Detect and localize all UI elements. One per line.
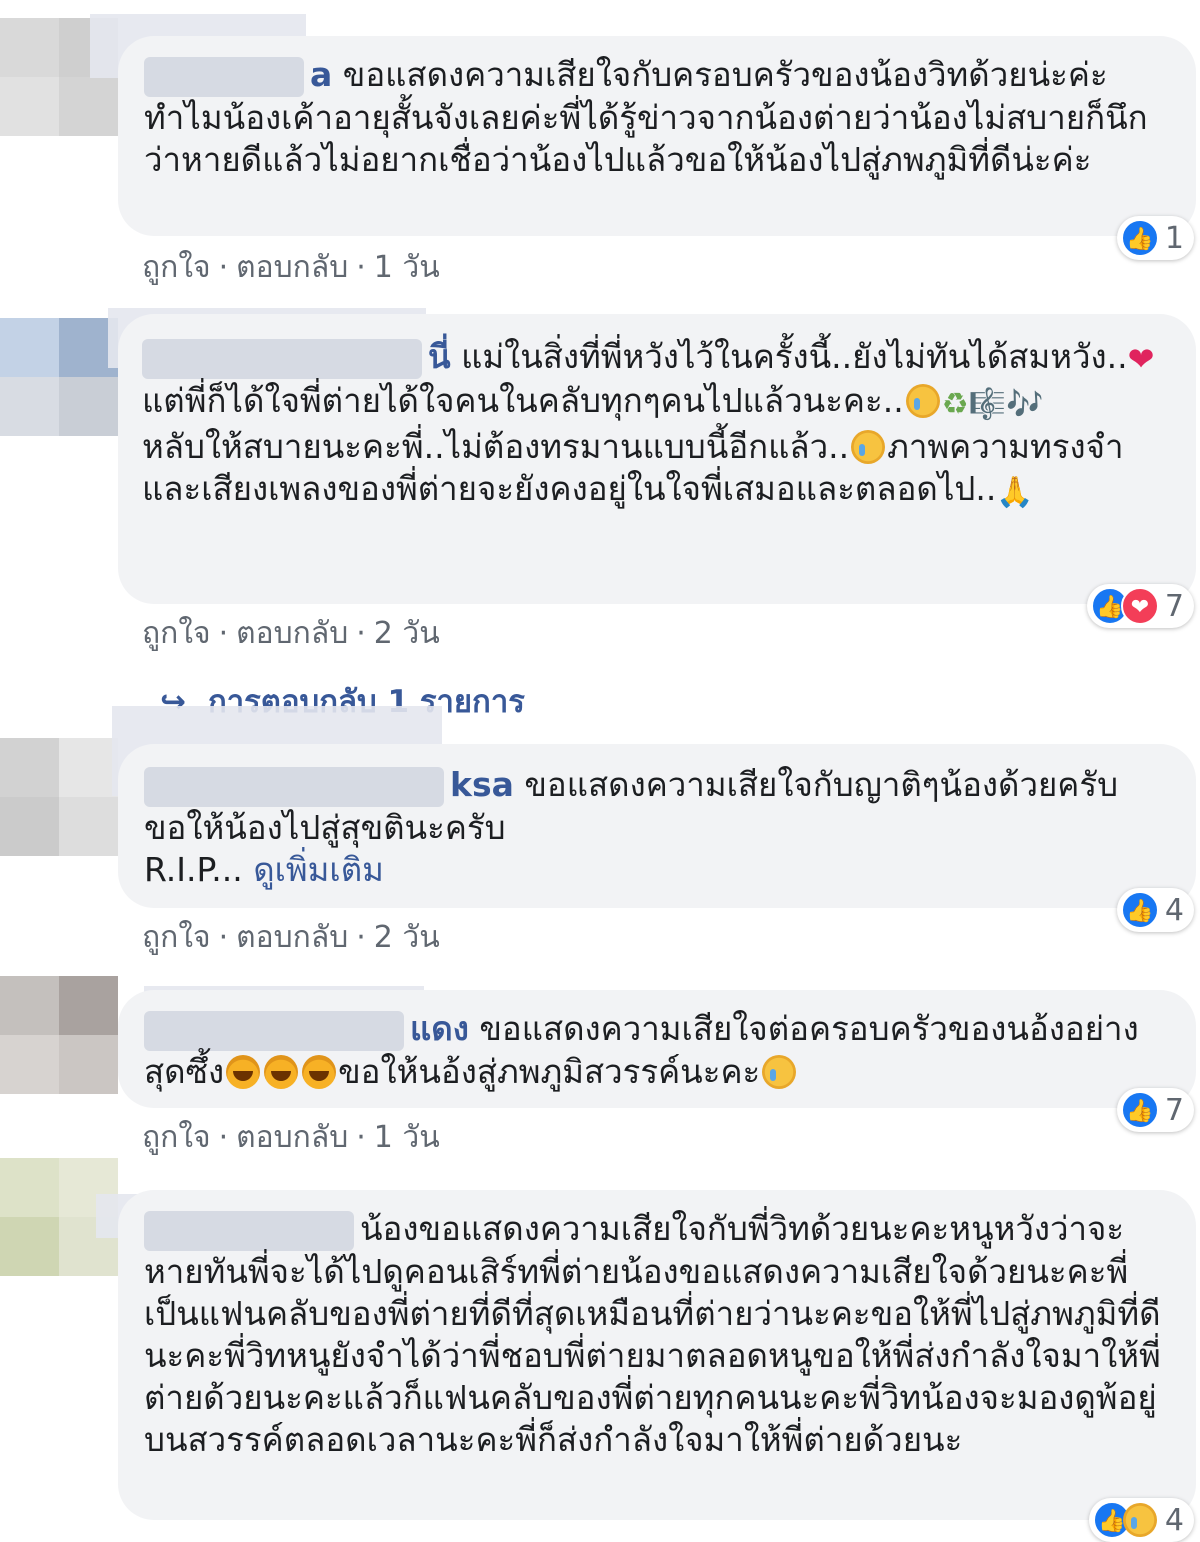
commenter-name[interactable]: แดง: [410, 1009, 469, 1048]
separator: ·: [218, 250, 229, 285]
reaction-count[interactable]: 👍 ❤ 7: [1086, 584, 1194, 628]
commenter-name[interactable]: a: [310, 55, 332, 94]
like-icon: 👍: [1120, 1091, 1159, 1129]
separator: ·: [356, 250, 366, 285]
timestamp[interactable]: 1 วัน: [374, 1120, 440, 1155]
comment-bubble: นี่ แม่ในสิ่งที่พี่หวังไว้ในครั้งนี้..ยั…: [118, 314, 1196, 604]
music-emoji-icon: ♻🎼🎶: [941, 387, 1044, 422]
like-link[interactable]: ถูกใจ: [142, 616, 211, 651]
like-icon: 👍: [1120, 219, 1159, 257]
separator: ·: [218, 920, 229, 955]
comment-bubble: ksa ขอแสดงความเสียใจกับญาติๆน้องด้วยครับ…: [118, 744, 1196, 908]
separator: ·: [218, 1120, 229, 1155]
reply-link[interactable]: ตอบกลับ: [236, 920, 348, 955]
reply-link[interactable]: ตอบกลับ: [236, 250, 348, 285]
rip-text: R.I.P...: [144, 849, 243, 889]
comment-bubble: a ขอแสดงความเสียใจกับครอบครัวของน้องวิทด…: [118, 36, 1196, 236]
heart-emoji-icon: ❤: [1127, 340, 1155, 378]
comment-text-line-2: หลับให้สบายนะคะพี่..ไม่ต้องทรมานแบบนี้อี…: [142, 427, 850, 466]
commenter-name[interactable]: นี่: [428, 337, 451, 376]
reaction-count[interactable]: 👍 4: [1088, 1498, 1194, 1542]
comment-actions: ถูกใจ · ตอบกลับ · 1 วัน: [142, 244, 440, 291]
name-redacted: [144, 1010, 404, 1051]
reaction-count[interactable]: 👍 7: [1116, 1088, 1194, 1132]
reply-link[interactable]: ตอบกลับ: [236, 616, 348, 651]
see-more-link[interactable]: ดูเพิ่มเติม: [253, 850, 384, 889]
laughing-emoji-icon: [264, 1054, 299, 1089]
timestamp[interactable]: 2 วัน: [374, 920, 440, 955]
like-icon: 👍: [1120, 891, 1159, 929]
separator: ·: [356, 1120, 366, 1155]
separator: ·: [218, 616, 229, 651]
laughing-emoji-icon: [302, 1054, 337, 1089]
comment-actions: ถูกใจ · ตอบกลับ · 2 วัน: [142, 610, 440, 657]
separator: ·: [356, 920, 366, 955]
name-redacted: [142, 338, 422, 379]
reaction-number: 7: [1164, 588, 1184, 624]
sad-reaction-icon: [1122, 1503, 1157, 1537]
crying-emoji-icon: [762, 1054, 797, 1089]
comment-text-line-1: แม่ในสิ่งที่พี่หวังไว้ในครั้งนี้..ยังไม่…: [461, 337, 1128, 376]
reaction-count[interactable]: 👍 4: [1116, 888, 1194, 932]
sad-emoji-icon: [905, 384, 940, 418]
reaction-count[interactable]: 👍 1: [1116, 216, 1194, 260]
like-link[interactable]: ถูกใจ: [142, 920, 211, 955]
comment-actions: ถูกใจ · ตอบกลับ · 2 วัน: [142, 914, 440, 961]
commenter-name[interactable]: ksa: [450, 765, 514, 804]
pray-emoji-icon: 🙏: [996, 475, 1034, 510]
avatar[interactable]: [0, 738, 118, 856]
name-redacted: [144, 1210, 354, 1251]
reaction-number: 1: [1164, 220, 1184, 256]
comment-text-b: ขอให้นอ้งสู่ภพภูมิสวรรค์นะคะ: [338, 1051, 761, 1091]
reply-link[interactable]: ตอบกลับ: [236, 1120, 348, 1155]
reaction-number: 7: [1164, 1092, 1184, 1128]
name-redacted: [144, 766, 444, 807]
crying-emoji-icon: [851, 430, 886, 464]
separator: ·: [356, 616, 366, 651]
name-redacted: [144, 56, 304, 97]
like-link[interactable]: ถูกใจ: [142, 250, 211, 285]
avatar[interactable]: [0, 976, 118, 1094]
timestamp[interactable]: 1 วัน: [374, 250, 440, 285]
avatar[interactable]: [0, 318, 118, 436]
comment-bubble: น้องขอแสดงความเสียใจกับพี่วิทด้วยนะคะหนู…: [118, 1190, 1196, 1520]
comment-actions: ถูกใจ · ตอบกลับ · 1 วัน: [142, 1114, 440, 1161]
timestamp[interactable]: 2 วัน: [374, 616, 440, 651]
reaction-number: 4: [1164, 1502, 1184, 1538]
like-link[interactable]: ถูกใจ: [142, 1120, 211, 1155]
reaction-number: 4: [1164, 892, 1184, 928]
laughing-emoji-icon: [226, 1054, 261, 1089]
comment-text-line-1b: แต่พี่ก็ได้ใจพี่ต่ายได้ใจคนในคลับทุกๆคนไ…: [142, 381, 904, 420]
comment-bubble: แดง ขอแสดงความเสียใจต่อครอบครัวของนอ้งอย…: [118, 990, 1196, 1108]
love-icon: ❤: [1120, 587, 1159, 625]
